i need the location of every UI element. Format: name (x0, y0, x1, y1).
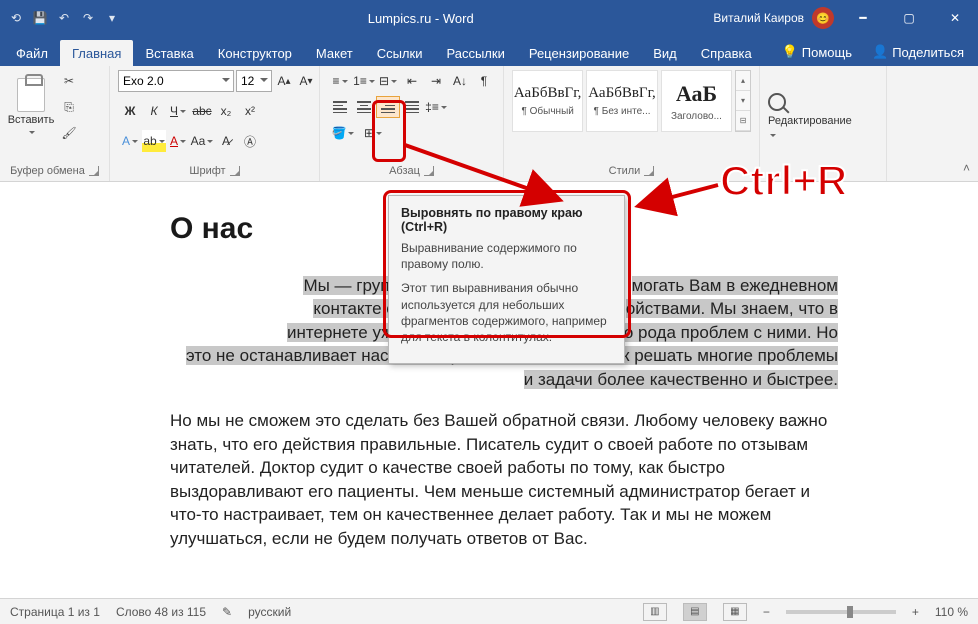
multilevel-list-icon[interactable]: ⊟ (376, 70, 400, 92)
qat-more-icon[interactable]: ▾ (102, 8, 122, 28)
view-read-icon[interactable]: ▥ (643, 603, 667, 621)
styles-dialog-launcher[interactable] (644, 166, 654, 176)
tab-home[interactable]: Главная (60, 40, 133, 66)
tab-references[interactable]: Ссылки (365, 40, 435, 66)
clipboard-dialog-launcher[interactable] (89, 166, 99, 176)
line-spacing-icon[interactable]: ‡≡ (424, 96, 448, 118)
view-print-icon[interactable]: ▤ (683, 603, 707, 621)
view-web-icon[interactable]: ▦ (723, 603, 747, 621)
minimize-button[interactable]: ━ (840, 0, 886, 36)
shading-icon[interactable]: 🪣 (328, 122, 358, 144)
text-effects-icon[interactable]: A (118, 130, 142, 152)
status-bar: Страница 1 из 1 Слово 48 из 115 ✎ русски… (0, 598, 978, 624)
highlight-icon[interactable]: ab (142, 130, 166, 152)
group-editing: Редактирование (760, 66, 887, 181)
borders-icon[interactable]: ⊞ (358, 122, 388, 144)
increase-indent-icon[interactable]: ⇥ (424, 70, 448, 92)
change-case-icon[interactable]: Aa (190, 130, 214, 152)
tab-mailings[interactable]: Рассылки (434, 40, 516, 66)
numbering-icon[interactable]: 1≡ (352, 70, 376, 92)
zoom-in-button[interactable]: + (912, 605, 919, 619)
tooltip-desc1: Выравнивание содержимого по правому полю… (401, 240, 612, 272)
paragraph-dialog-launcher[interactable] (424, 166, 434, 176)
tab-insert[interactable]: Вставка (133, 40, 205, 66)
copy-icon[interactable]: ⎘ (58, 96, 80, 118)
quick-access-toolbar: ⟲ 💾 ↶ ↷ ▾ (0, 8, 128, 28)
share-button[interactable]: 👤 Поделиться (862, 38, 974, 66)
tell-me[interactable]: 💡 Помощь (772, 38, 862, 66)
style-no-spacing[interactable]: АаБбВвГг, ¶ Без инте... (586, 70, 657, 132)
tab-design[interactable]: Конструктор (206, 40, 304, 66)
font-dialog-launcher[interactable] (230, 166, 240, 176)
align-center-button[interactable] (352, 96, 376, 118)
maximize-button[interactable]: ▢ (886, 0, 932, 36)
shrink-font-icon[interactable]: A▾ (296, 70, 316, 92)
status-language[interactable]: русский (248, 605, 291, 619)
status-page[interactable]: Страница 1 из 1 (10, 605, 100, 619)
zoom-level[interactable]: 110 % (935, 605, 968, 619)
group-paragraph: ≡ 1≡ ⊟ ⇤ ⇥ A↓ ¶ ‡≡ 🪣 ⊞ Абзац (320, 66, 504, 181)
undo-icon[interactable]: ↶ (54, 8, 74, 28)
find-icon[interactable] (768, 93, 786, 111)
zoom-slider[interactable] (786, 610, 896, 614)
align-left-button[interactable] (328, 96, 352, 118)
cut-icon[interactable]: ✂ (58, 70, 80, 92)
spellcheck-icon[interactable]: ✎ (222, 605, 232, 619)
group-styles: АаБбВвГг, ¶ Обычный АаБбВвГг, ¶ Без инте… (504, 66, 760, 181)
clipboard-icon (17, 78, 45, 112)
show-marks-icon[interactable]: ¶ (472, 70, 496, 92)
redo-icon[interactable]: ↷ (78, 8, 98, 28)
bold-button[interactable]: Ж (118, 100, 142, 122)
user-area[interactable]: Виталий Каиров 😊 (713, 7, 840, 29)
font-color-icon[interactable]: A (166, 130, 190, 152)
superscript-button[interactable]: x² (238, 100, 262, 122)
user-name: Виталий Каиров (713, 11, 804, 25)
tab-review[interactable]: Рецензирование (517, 40, 641, 66)
collapse-ribbon-icon[interactable]: ˄ (963, 161, 970, 175)
format-painter-icon[interactable]: 🖌 (58, 122, 80, 144)
normal-paragraph[interactable]: Но мы не сможем это сделать без Вашей об… (170, 409, 838, 550)
underline-button[interactable]: Ч (166, 100, 190, 122)
subscript-button[interactable]: x₂ (214, 100, 238, 122)
ribbon: Вставить ✂ ⎘ 🖌 Буфер обмена Exo 2.0 12 A… (0, 66, 978, 182)
autosave-icon[interactable]: ⟲ (6, 8, 26, 28)
zoom-out-button[interactable]: − (763, 605, 770, 619)
close-button[interactable]: ✕ (932, 0, 978, 36)
user-avatar-icon[interactable]: 😊 (812, 7, 834, 29)
align-right-button[interactable] (376, 96, 400, 118)
ribbon-tabs: Файл Главная Вставка Конструктор Макет С… (0, 36, 978, 66)
paste-button[interactable]: Вставить (8, 70, 54, 144)
style-heading1[interactable]: АаБ Заголово... (661, 70, 732, 132)
bullets-icon[interactable]: ≡ (328, 70, 352, 92)
group-clipboard: Вставить ✂ ⎘ 🖌 Буфер обмена (0, 66, 110, 181)
font-size-select[interactable]: 12 (236, 70, 272, 92)
tab-help[interactable]: Справка (689, 40, 764, 66)
group-font: Exo 2.0 12 A▴ A▾ Ж К Ч abc x₂ x² A ab A … (110, 66, 320, 181)
tooltip-desc2: Этот тип выравнивания обычно используетс… (401, 280, 612, 345)
tooltip-align-right: Выровнять по правому краю (Ctrl+R) Вырав… (388, 195, 625, 364)
grow-font-icon[interactable]: A▴ (274, 70, 294, 92)
italic-button[interactable]: К (142, 100, 166, 122)
phonetic-icon[interactable]: Ⓐ (238, 130, 262, 152)
save-icon[interactable]: 💾 (30, 8, 50, 28)
style-normal[interactable]: АаБбВвГг, ¶ Обычный (512, 70, 583, 132)
window-controls: ━ ▢ ✕ (840, 0, 978, 36)
font-name-select[interactable]: Exo 2.0 (118, 70, 234, 92)
tab-file[interactable]: Файл (4, 40, 60, 66)
decrease-indent-icon[interactable]: ⇤ (400, 70, 424, 92)
tooltip-title: Выровнять по правому краю (Ctrl+R) (401, 206, 612, 234)
title-bar: ⟲ 💾 ↶ ↷ ▾ Lumpics.ru - Word Виталий Каир… (0, 0, 978, 36)
clear-format-icon[interactable]: A̷ (214, 130, 238, 152)
window-title: Lumpics.ru - Word (128, 11, 713, 26)
status-words[interactable]: Слово 48 из 115 (116, 605, 206, 619)
sort-icon[interactable]: A↓ (448, 70, 472, 92)
align-justify-button[interactable] (400, 96, 424, 118)
strikethrough-button[interactable]: abc (190, 100, 214, 122)
tab-view[interactable]: Вид (641, 40, 689, 66)
styles-scroll[interactable]: ▴▾⊟ (735, 70, 751, 132)
tab-layout[interactable]: Макет (304, 40, 365, 66)
